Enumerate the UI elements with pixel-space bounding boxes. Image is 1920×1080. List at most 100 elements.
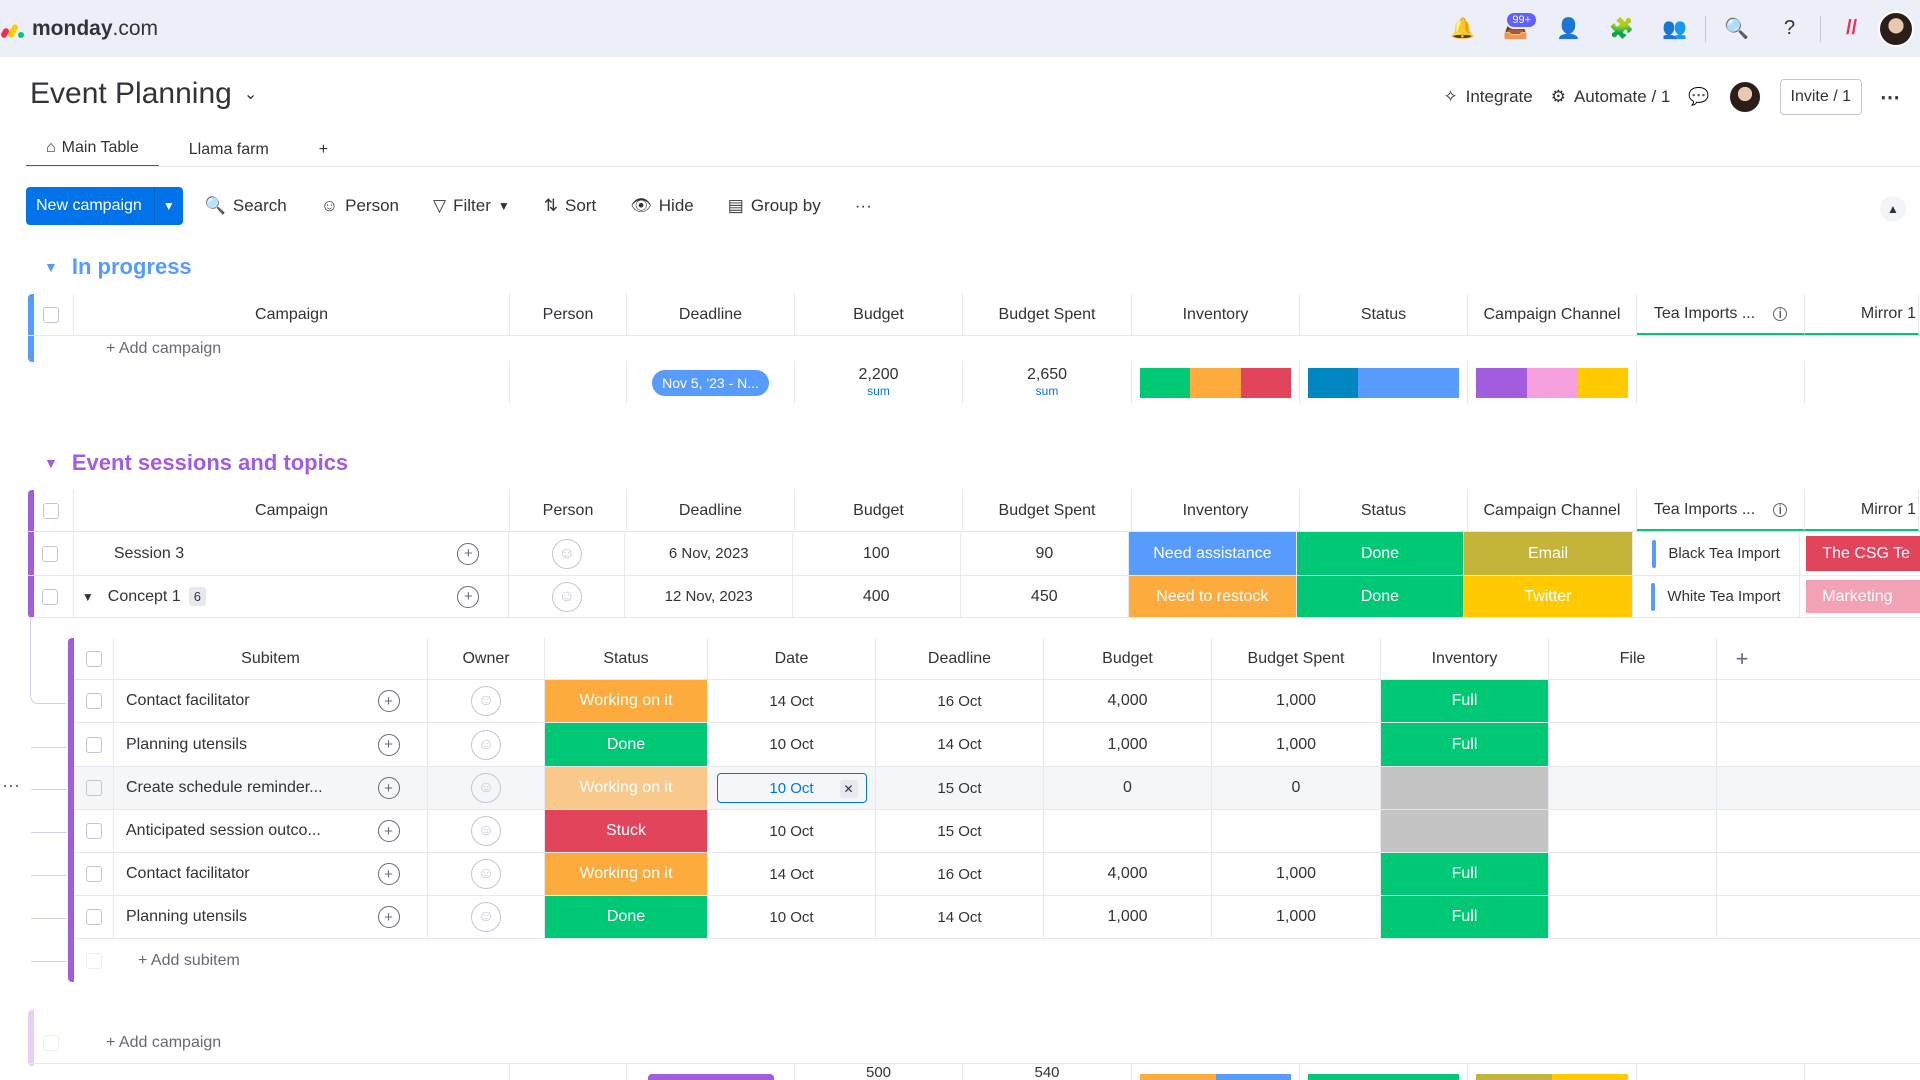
column-header-mirror[interactable]: Mirror 1 — [1805, 490, 1919, 531]
status-summary-bar[interactable] — [1300, 1064, 1468, 1080]
row-checkbox[interactable] — [28, 532, 74, 575]
integrate-button[interactable]: ✧ Integrate — [1443, 87, 1532, 107]
automate-button[interactable]: ⚙ Automate / 1 — [1551, 87, 1671, 107]
row-actions-icon[interactable]: ⋯ — [2, 776, 20, 797]
budget-spent-cell[interactable]: 450 — [961, 576, 1130, 617]
date-cell[interactable]: 10 Oct — [708, 810, 876, 852]
file-cell[interactable] — [1549, 680, 1717, 722]
add-update-button[interactable]: + — [350, 853, 428, 895]
owner-cell[interactable]: ☺ — [428, 723, 545, 766]
add-subitem-input[interactable]: + Add subitem — [114, 939, 428, 982]
deadline-summary[interactable] — [627, 1064, 795, 1080]
tea-imports-cell[interactable]: White Tea Import — [1633, 576, 1801, 617]
help-icon[interactable]: ? — [1763, 9, 1816, 49]
budget-cell[interactable]: 0 — [1044, 767, 1212, 809]
search-button[interactable]: 🔍 Search — [193, 196, 299, 216]
collapse-header-button[interactable]: ▲ — [1880, 196, 1906, 222]
budget-cell[interactable]: 400 — [793, 576, 961, 617]
status-cell[interactable]: Working on it — [545, 767, 708, 809]
deadline-cell[interactable]: 16 Oct — [876, 680, 1044, 722]
deadline-cell[interactable]: 16 Oct — [876, 853, 1044, 895]
deadline-cell[interactable]: 15 Oct — [876, 767, 1044, 809]
add-column-button[interactable]: + — [1717, 638, 1767, 679]
date-picker-input[interactable]: 10 Oct ✕ — [716, 773, 867, 803]
file-cell[interactable] — [1549, 767, 1717, 809]
owner-cell[interactable]: ☺ — [428, 680, 545, 722]
person-cell[interactable]: ☺ — [509, 532, 626, 575]
inbox-icon[interactable]: 📥 99+ — [1489, 9, 1542, 49]
deadline-cell[interactable]: 6 Nov, 2023 — [625, 532, 794, 575]
person-cell[interactable]: ☺ — [509, 576, 626, 617]
mirror-cell[interactable]: The CSG Te — [1806, 536, 1920, 571]
column-header-deadline[interactable]: Deadline — [627, 490, 795, 531]
group-by-button[interactable]: ▤ Group by — [716, 196, 833, 216]
date-cell[interactable]: 14 Oct — [708, 853, 876, 895]
board-owner-avatar[interactable] — [1727, 80, 1762, 114]
row-checkbox[interactable] — [74, 896, 114, 938]
people-icon[interactable]: 👥 — [1648, 9, 1701, 49]
add-update-button[interactable]: + — [350, 810, 428, 852]
column-header-budget[interactable]: Budget — [795, 294, 963, 335]
date-cell[interactable]: 14 Oct — [708, 680, 876, 722]
subitem-row[interactable]: Planning utensils + ☺ Done 10 Oct 14 Oct… — [74, 896, 1920, 939]
budget-spent-cell[interactable]: 1,000 — [1212, 896, 1381, 938]
column-header-inventory[interactable]: Inventory — [1132, 294, 1300, 335]
column-header-budget-spent[interactable]: Budget Spent — [963, 294, 1132, 335]
channel-cell[interactable]: Email — [1464, 532, 1633, 575]
group-title-event-sessions[interactable]: ▼ Event sessions and topics — [44, 450, 348, 476]
apps-marketplace-icon[interactable]: 🧩 — [1595, 9, 1648, 49]
clear-date-icon[interactable]: ✕ — [839, 780, 858, 798]
column-header-budget[interactable]: Budget — [795, 490, 963, 531]
budget-spent-cell[interactable]: 1,000 — [1212, 723, 1381, 766]
hide-button[interactable]: 👁 Hide — [618, 196, 706, 216]
add-update-button[interactable]: + — [350, 680, 428, 722]
channel-summary-bar[interactable] — [1468, 362, 1637, 404]
budget-spent-cell[interactable] — [1212, 810, 1381, 852]
add-item-row[interactable]: + Add campaign — [28, 1022, 1920, 1064]
subitem-row[interactable]: Create schedule reminder... + ☺ Working … — [74, 767, 1920, 810]
status-cell[interactable]: Done — [545, 723, 708, 766]
file-cell[interactable] — [1549, 896, 1717, 938]
add-update-button[interactable]: + — [429, 532, 509, 575]
brand-logo[interactable]: monday.com — [0, 17, 158, 41]
subitem-name[interactable]: Planning utensils — [114, 896, 350, 938]
bell-icon[interactable]: 🔔 — [1436, 9, 1489, 49]
budget-cell[interactable]: 1,000 — [1044, 723, 1212, 766]
deadline-cell[interactable]: 14 Oct — [876, 723, 1044, 766]
add-campaign-input[interactable]: + Add campaign — [74, 336, 510, 362]
select-all-checkbox[interactable] — [28, 294, 74, 335]
board-title[interactable]: Event Planning ⌄ — [30, 77, 257, 111]
status-cell[interactable]: Done — [1296, 576, 1465, 617]
campaign-name-cell[interactable]: ▼ Concept 1 6 — [74, 576, 429, 617]
column-header-file[interactable]: File — [1549, 638, 1717, 679]
info-icon[interactable]: i — [1773, 306, 1788, 321]
subitem-row[interactable]: Contact facilitator + ☺ Working on it 14… — [74, 680, 1920, 723]
owner-cell[interactable]: ☺ — [428, 810, 545, 852]
add-update-button[interactable]: + — [350, 896, 428, 938]
file-cell[interactable] — [1549, 853, 1717, 895]
chevron-down-icon[interactable]: ▼ — [44, 455, 58, 471]
subitem-row[interactable]: Contact facilitator + ☺ Working on it 14… — [74, 853, 1920, 896]
deadline-cell[interactable]: 12 Nov, 2023 — [625, 576, 793, 617]
add-item-row[interactable]: + Add campaign — [28, 336, 1920, 362]
channel-cell[interactable]: Twitter — [1464, 576, 1633, 617]
file-cell[interactable] — [1549, 723, 1717, 766]
sort-button[interactable]: ⇅ Sort — [532, 196, 608, 216]
chevron-down-icon[interactable]: ▼ — [498, 199, 510, 213]
deadline-summary[interactable]: Nov 5, '23 - N... — [627, 362, 795, 404]
column-header-status[interactable]: Status — [545, 638, 708, 679]
inventory-cell[interactable]: Full — [1381, 723, 1549, 766]
person-filter-button[interactable]: ☺ Person — [309, 196, 411, 216]
budget-cell[interactable]: 100 — [793, 532, 961, 575]
file-cell[interactable] — [1549, 810, 1717, 852]
column-header-person[interactable]: Person — [510, 294, 627, 335]
column-header-mirror[interactable]: Mirror 1 — [1805, 294, 1919, 335]
column-header-campaign[interactable]: Campaign — [74, 294, 510, 335]
select-all-checkbox[interactable] — [28, 490, 74, 531]
subitem-name[interactable]: Planning utensils — [114, 723, 350, 766]
invite-button[interactable]: Invite / 1 — [1779, 79, 1862, 115]
deadline-cell[interactable]: 15 Oct — [876, 810, 1044, 852]
column-header-inventory[interactable]: Inventory — [1132, 490, 1300, 531]
column-header-subitem[interactable]: Subitem — [114, 638, 428, 679]
subitem-name[interactable]: Create schedule reminder... — [114, 767, 350, 809]
